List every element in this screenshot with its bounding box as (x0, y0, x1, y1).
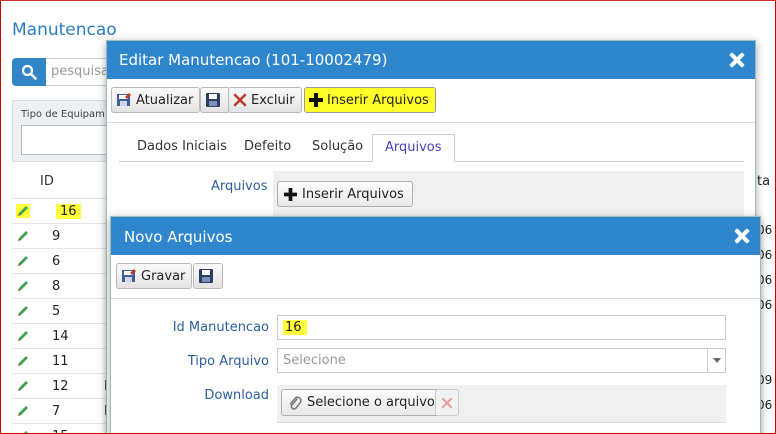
insert-files-toolbar-button[interactable]: Inserir Arquivos (304, 87, 436, 113)
table-row[interactable]: 15 (12, 423, 112, 434)
search-button[interactable] (12, 58, 46, 86)
row-id: 12 (52, 379, 69, 394)
filter-panel: Tipo de Equipam (12, 100, 112, 162)
paperclip-icon (289, 395, 302, 410)
tab-arquivos[interactable]: Arquivos (372, 134, 455, 162)
select-file-label: Selecione o arquivo (307, 395, 435, 410)
table-row[interactable]: 7 P (12, 398, 112, 423)
close-icon[interactable] (729, 52, 745, 68)
table-row[interactable]: 16 (12, 198, 112, 223)
table-row[interactable]: 14 (12, 323, 112, 348)
insert-files-button[interactable]: Inserir Arquivos (277, 181, 413, 207)
table-row[interactable]: 12 L (12, 373, 112, 398)
filter-input[interactable] (21, 125, 111, 155)
search-input[interactable]: pesquisa (46, 58, 112, 86)
chevron-down-icon (707, 349, 725, 372)
remove-file-button[interactable] (435, 389, 459, 416)
table-row[interactable]: 6 (12, 248, 112, 273)
insert-files-button-label: Inserir Arquivos (302, 186, 404, 202)
id-manutencao-field[interactable]: 16 (277, 315, 726, 340)
search-icon (21, 64, 37, 80)
tab-defeito[interactable]: Defeito (232, 134, 303, 162)
download-file-list (277, 422, 726, 434)
save-disk-button[interactable] (200, 87, 230, 113)
tipo-arquivo-label: Tipo Arquivo (187, 354, 269, 369)
edit-pencil-icon[interactable] (16, 304, 30, 318)
dialog-header: Novo Arquivos (111, 217, 760, 255)
tipo-arquivo-placeholder: Selecione (283, 353, 346, 368)
row-id: 15 (52, 429, 69, 434)
table-row[interactable]: 9 (12, 223, 112, 248)
dialog-toolbar: Atualizar Excluir Inserir Arquivos (107, 79, 755, 123)
edit-pencil-icon[interactable] (16, 229, 30, 243)
tipo-arquivo-select[interactable]: Selecione (277, 348, 726, 373)
select-file-button[interactable]: Selecione o arquivo (281, 389, 442, 416)
save-disk-button[interactable] (193, 263, 223, 289)
edit-pencil-icon[interactable] (16, 279, 30, 293)
insert-files-label: Inserir Arquivos (327, 92, 429, 108)
floppy-disk-icon (206, 93, 220, 107)
edit-pencil-icon[interactable] (16, 379, 30, 393)
tab-solucao[interactable]: Solução (300, 134, 375, 162)
row-id: 9 (52, 229, 61, 244)
close-icon[interactable] (734, 228, 750, 244)
save-button[interactable]: Gravar (116, 263, 193, 289)
delete-x-icon (233, 93, 247, 107)
update-label: Atualizar (136, 92, 194, 108)
dialog-title: Novo Arquivos (124, 228, 233, 246)
edit-pencil-icon[interactable] (16, 404, 30, 418)
close-x-icon (441, 397, 453, 408)
row-id: 14 (52, 329, 69, 344)
update-button[interactable]: Atualizar (111, 87, 201, 113)
id-column-header[interactable]: ID (40, 174, 54, 189)
dialog-header: Editar Manutencao (101-10002479) (107, 41, 755, 79)
row-id: 7 (52, 404, 61, 419)
id-manutencao-label: Id Manutencao (172, 320, 269, 335)
arquivos-label: Arquivos (211, 179, 268, 194)
delete-label: Excluir (251, 92, 295, 108)
table-row[interactable]: 11 (12, 348, 112, 373)
table-body: 16 9 6 8 5 14 11 12 L 7 P 15 (12, 198, 112, 434)
row-id: 6 (52, 254, 61, 269)
download-label: Download (204, 388, 269, 403)
date-column-header[interactable]: ta I (757, 174, 776, 198)
delete-button[interactable]: Excluir (228, 87, 302, 113)
tab-bar: Dados Iniciais Defeito Solução Arquivos (119, 134, 744, 162)
dialog-toolbar: Gravar (111, 255, 760, 299)
update-icon (117, 93, 131, 106)
page-title: Manutencao (12, 20, 117, 40)
table-row[interactable]: 5 (12, 298, 112, 323)
edit-pencil-icon[interactable] (16, 354, 30, 368)
edit-pencil-icon[interactable] (16, 254, 30, 268)
edit-pencil-icon[interactable] (16, 329, 30, 343)
row-id: 5 (52, 304, 61, 319)
row-id: 16 (56, 204, 81, 219)
tab-dados-iniciais[interactable]: Dados Iniciais (125, 134, 239, 162)
plus-icon (284, 187, 297, 201)
row-id: 11 (52, 354, 69, 369)
id-manutencao-value: 16 (283, 320, 307, 335)
row-id: 8 (52, 279, 61, 294)
filter-label: Tipo de Equipam (21, 109, 105, 120)
plus-icon (309, 93, 323, 107)
edit-pencil-icon[interactable] (16, 429, 30, 434)
save-label: Gravar (141, 268, 186, 284)
new-file-dialog: Novo Arquivos Gravar Id Manutencao 16 Ti… (110, 216, 761, 434)
dialog-title: Editar Manutencao (101-10002479) (119, 51, 388, 69)
floppy-disk-icon (199, 269, 213, 283)
table-row[interactable]: 8 (12, 273, 112, 298)
search-bar: pesquisa (12, 58, 112, 86)
edit-pencil-icon[interactable] (16, 204, 30, 218)
save-icon (122, 269, 136, 282)
